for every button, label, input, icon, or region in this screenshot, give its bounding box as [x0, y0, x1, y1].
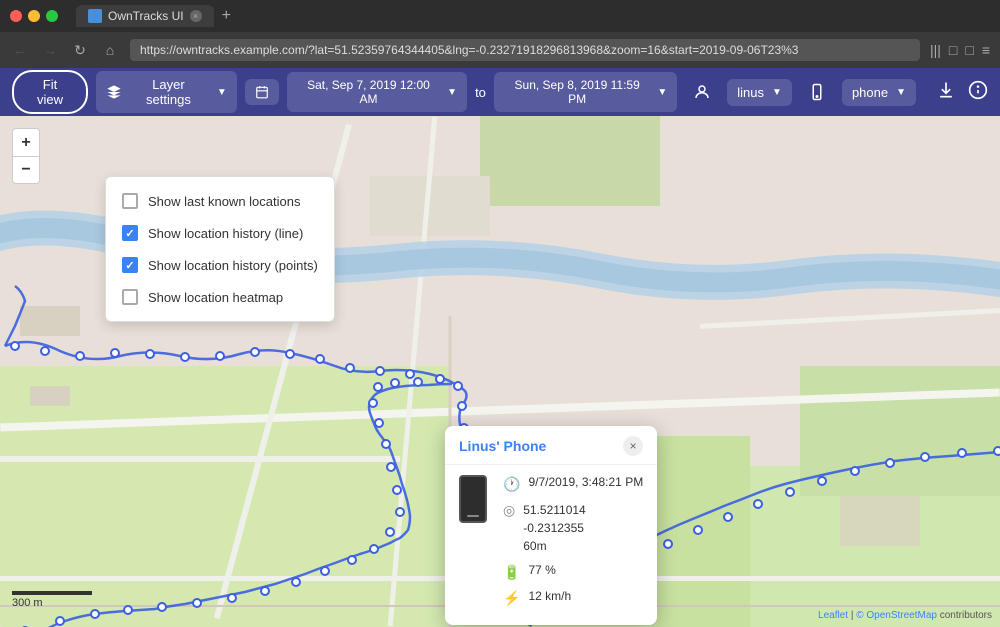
- popup-speed: 12 km/h: [528, 589, 571, 603]
- reading-list-icon[interactable]: |||: [930, 42, 941, 58]
- map-container[interactable]: Show last known locations Show location …: [0, 116, 1000, 627]
- popup-datetime: 9/7/2019, 3:48:21 PM: [528, 475, 643, 489]
- share-icon[interactable]: □: [949, 42, 957, 58]
- username-button[interactable]: linus ▼: [727, 79, 792, 106]
- username-arrow: ▼: [772, 87, 782, 98]
- menu-icon[interactable]: ≡: [982, 42, 990, 58]
- popup-battery: 77 %: [528, 563, 555, 577]
- date-from-button[interactable]: Sat, Sep 7, 2019 12:00 AM ▼: [287, 72, 467, 112]
- addressbar: ← → ↻ ⌂ https://owntracks.example.com/?l…: [0, 32, 1000, 68]
- tab-favicon: [88, 9, 102, 23]
- checkbox-history-line[interactable]: [122, 225, 138, 241]
- username-label: linus: [737, 85, 764, 100]
- popup-body: 🕐 9/7/2019, 3:48:21 PM ◎ 51.5211014 -0.2…: [445, 465, 657, 625]
- osm-link[interactable]: © OpenStreetMap: [856, 610, 937, 621]
- checkbox-heatmap[interactable]: [122, 289, 138, 305]
- tab-title: OwnTracks UI: [108, 9, 184, 23]
- attribution-contributors: contributors: [940, 610, 992, 621]
- popup-speed-row: ⚡ 12 km/h: [503, 589, 643, 607]
- layer-item-last-known[interactable]: Show last known locations: [106, 185, 334, 217]
- layer-item-history-points[interactable]: Show location history (points): [106, 249, 334, 281]
- layers-icon: [106, 84, 122, 100]
- back-button[interactable]: ←: [10, 42, 30, 58]
- device-icon-btn[interactable]: [800, 77, 834, 107]
- scale-ruler: [12, 591, 92, 595]
- date-from-label: Sat, Sep 7, 2019 12:00 AM: [297, 78, 440, 106]
- user-button[interactable]: [685, 77, 719, 107]
- popup-device-image: [459, 475, 491, 615]
- toolbar: Fit view Layer settings ▼ Sat, Sep 7, 20…: [0, 68, 1000, 116]
- browser-icons: ||| □ □ ≡: [930, 42, 990, 58]
- scale-line: 300 m: [12, 591, 92, 609]
- layer-settings-button[interactable]: Layer settings ▼: [96, 71, 237, 113]
- popup-close-button[interactable]: ×: [623, 436, 643, 456]
- date-to-button[interactable]: Sun, Sep 8, 2019 11:59 PM ▼: [494, 72, 677, 112]
- device-name-button[interactable]: phone ▼: [842, 79, 916, 106]
- popup-coordinates: 51.5211014 -0.2312355 60m: [523, 501, 586, 555]
- person-icon: [693, 83, 711, 101]
- to-label: to: [475, 85, 486, 100]
- device-name-arrow: ▼: [896, 87, 906, 98]
- scale-label: 300 m: [12, 597, 43, 609]
- traffic-light-red[interactable]: [10, 10, 22, 22]
- refresh-button[interactable]: ↻: [70, 42, 90, 59]
- info-icon: [968, 80, 988, 100]
- popup-accuracy: 60m: [523, 537, 586, 555]
- tab-overview-icon[interactable]: □: [965, 42, 973, 58]
- date-from-arrow: ▼: [447, 87, 457, 98]
- url-bar[interactable]: https://owntracks.example.com/?lat=51.52…: [130, 39, 920, 61]
- fit-view-button[interactable]: Fit view: [12, 70, 88, 114]
- location-icon: ◎: [503, 502, 515, 519]
- device-name-label: phone: [852, 85, 888, 100]
- download-icon: [936, 80, 956, 100]
- traffic-light-green[interactable]: [46, 10, 58, 22]
- location-popup: Linus' Phone × 🕐 9/7/2019, 3:48:21 PM ◎ …: [445, 426, 657, 625]
- checkbox-history-points[interactable]: [122, 257, 138, 273]
- traffic-light-yellow[interactable]: [28, 10, 40, 22]
- clock-icon: 🕐: [503, 476, 520, 493]
- popup-title: Linus' Phone: [459, 438, 546, 454]
- tab-bar: OwnTracks UI × +: [76, 5, 990, 27]
- layer-label-history-points: Show location history (points): [148, 258, 318, 273]
- date-to-label: Sun, Sep 8, 2019 11:59 PM: [504, 78, 650, 106]
- popup-datetime-row: 🕐 9/7/2019, 3:48:21 PM: [503, 475, 643, 493]
- layer-item-history-line[interactable]: Show location history (line): [106, 217, 334, 249]
- popup-lng: -0.2312355: [523, 519, 586, 537]
- checkbox-last-known[interactable]: [122, 193, 138, 209]
- layer-label-heatmap: Show location heatmap: [148, 290, 283, 305]
- date-to-arrow: ▼: [657, 87, 667, 98]
- popup-header: Linus' Phone ×: [445, 426, 657, 465]
- zoom-out-button[interactable]: −: [12, 156, 40, 184]
- map-attribution: Leaflet | © OpenStreetMap contributors: [818, 610, 992, 621]
- titlebar: OwnTracks UI × +: [0, 0, 1000, 32]
- layer-dropdown: Show last known locations Show location …: [105, 176, 335, 322]
- battery-icon: 🔋: [503, 564, 520, 581]
- layer-settings-arrow: ▼: [217, 87, 227, 98]
- active-tab[interactable]: OwnTracks UI ×: [76, 5, 214, 27]
- calendar-icon-btn[interactable]: [245, 79, 279, 105]
- phone-image: [459, 475, 487, 523]
- zoom-controls: + −: [12, 128, 40, 184]
- layer-item-heatmap[interactable]: Show location heatmap: [106, 281, 334, 313]
- download-button[interactable]: [936, 80, 956, 105]
- speed-icon: ⚡: [503, 590, 520, 607]
- popup-info: 🕐 9/7/2019, 3:48:21 PM ◎ 51.5211014 -0.2…: [503, 475, 643, 615]
- phone-device-icon: [808, 83, 826, 101]
- scale-bar: 300 m: [12, 591, 92, 609]
- layer-settings-label: Layer settings: [128, 77, 209, 107]
- popup-lat: 51.5211014: [523, 501, 586, 519]
- layer-label-last-known: Show last known locations: [148, 194, 300, 209]
- zoom-in-button[interactable]: +: [12, 128, 40, 156]
- calendar-icon: [255, 85, 269, 99]
- popup-location-row: ◎ 51.5211014 -0.2312355 60m: [503, 501, 643, 555]
- layer-label-history-line: Show location history (line): [148, 226, 303, 241]
- forward-button[interactable]: →: [40, 42, 60, 58]
- tab-close-btn[interactable]: ×: [190, 10, 202, 22]
- leaflet-link[interactable]: Leaflet: [818, 610, 848, 621]
- new-tab-button[interactable]: +: [222, 7, 231, 25]
- home-button[interactable]: ⌂: [100, 42, 120, 58]
- popup-battery-row: 🔋 77 %: [503, 563, 643, 581]
- info-button[interactable]: [968, 80, 988, 105]
